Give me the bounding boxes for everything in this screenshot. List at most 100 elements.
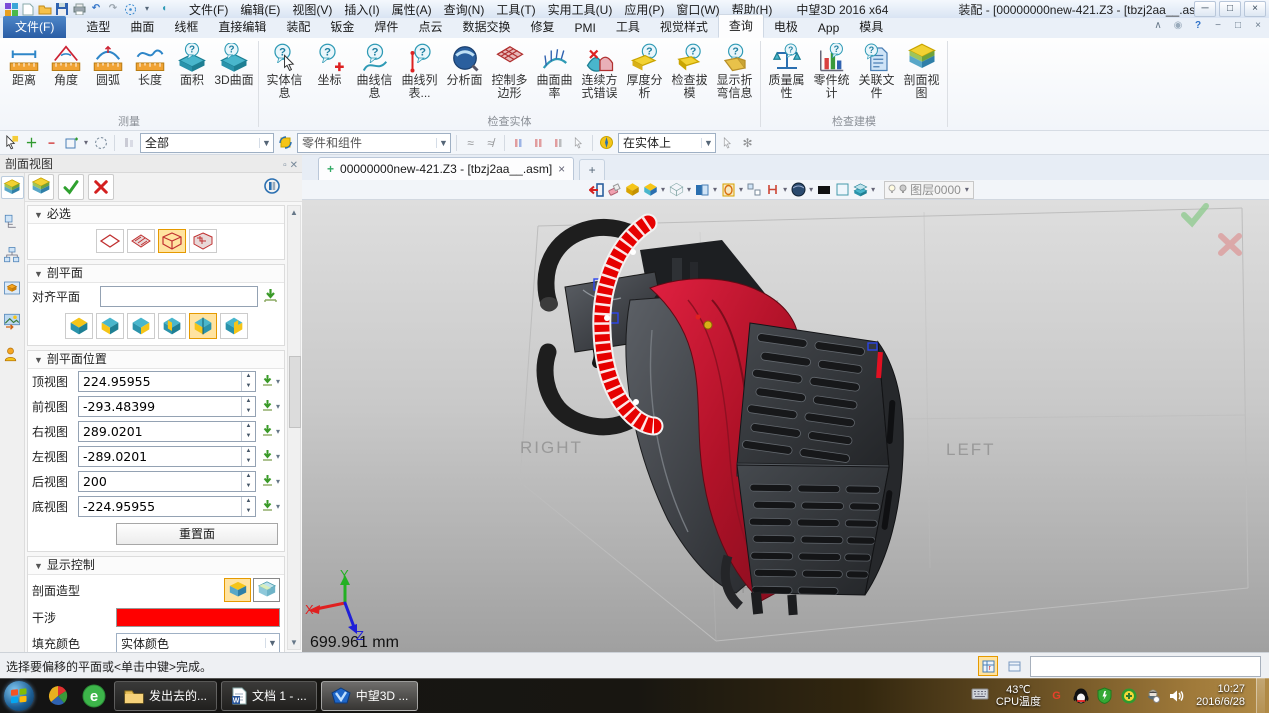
spinner[interactable]: ▲▼ — [241, 497, 255, 516]
pinwheel-app-icon[interactable] — [43, 682, 73, 710]
taskbar-item-zw3d[interactable]: 中望3D ... — [321, 681, 419, 711]
angle-button[interactable]: 角度 — [45, 40, 87, 115]
ok-button[interactable] — [58, 174, 84, 200]
chevron-down-icon[interactable]: ▾ — [276, 477, 280, 486]
ribbon-tab-sheet-metal[interactable]: 钣金 — [320, 16, 364, 38]
apply-arrow-icon[interactable] — [263, 288, 278, 306]
mode-box-icon[interactable] — [158, 229, 186, 253]
taskbar-item-word[interactable]: W 文档 1 - ... — [221, 681, 317, 711]
chevron-down-icon[interactable]: ▾ — [965, 185, 969, 194]
section-view-tab-icon[interactable] — [1, 176, 24, 199]
spinner[interactable]: ▲▼ — [241, 372, 255, 391]
ribbon-tab-pmi[interactable]: PMI — [564, 19, 605, 38]
mass-properties-button[interactable]: 质量属性 — [764, 40, 809, 115]
viewport-3d-canvas[interactable]: BACK RIGHT LEFT BOTTOM FRONT — [302, 200, 1269, 652]
spinner[interactable]: ▲▼ — [241, 397, 255, 416]
start-button[interactable] — [4, 681, 34, 711]
chevron-down-icon[interactable]: ▼ — [265, 638, 279, 648]
chevron-down-icon[interactable]: ▾ — [783, 185, 787, 194]
section-cube-icon[interactable] — [852, 182, 868, 198]
section-h-icon[interactable] — [764, 182, 780, 198]
selection-filter-icon[interactable] — [123, 2, 137, 16]
split-view-icon[interactable] — [746, 182, 762, 198]
qq-tray-icon[interactable] — [1072, 687, 1089, 704]
entity-info-button[interactable]: 实体信息 — [262, 40, 307, 115]
ribbon-tab-data-exchange[interactable]: 数据交换 — [452, 16, 520, 38]
collapse-ribbon-icon[interactable]: ∧ — [1151, 20, 1165, 31]
apply-arrow-icon[interactable] — [261, 499, 274, 515]
chevron-down-icon[interactable]: ▼ — [701, 138, 715, 148]
section-display-header[interactable]: ▼显示控制 — [28, 557, 284, 575]
ribbon-tab-heal[interactable]: 修复 — [520, 16, 564, 38]
assembly-model[interactable] — [540, 223, 903, 615]
cancel-button[interactable] — [88, 174, 114, 200]
entity-filter-icon[interactable] — [277, 134, 294, 151]
undo-icon[interactable]: ↶ — [89, 2, 103, 16]
plane-cube-corner-icon[interactable] — [220, 313, 248, 339]
fill-color-combo[interactable]: 实体颜色▼ — [116, 633, 280, 652]
ribbon-tab-file[interactable]: 文件(F) — [3, 16, 66, 38]
curve-list-button[interactable]: 曲线列表... — [397, 40, 442, 115]
mdi-restore-icon[interactable]: □ — [1231, 20, 1245, 31]
volume-tray-icon[interactable] — [1168, 687, 1185, 704]
top-view-input[interactable] — [79, 372, 241, 391]
new-tab-button[interactable]: + — [579, 159, 605, 180]
shield-tray-icon[interactable] — [1096, 687, 1113, 704]
align-plane-input[interactable] — [100, 286, 258, 307]
chevron-down-icon[interactable]: ▾ — [276, 502, 280, 511]
input-mode-list-icon[interactable] — [1004, 656, 1024, 676]
chevron-down-icon[interactable]: ▾ — [276, 452, 280, 461]
plane-cube-selected-icon[interactable] — [189, 313, 217, 339]
ribbon-tab-inquire[interactable]: 查询 — [718, 14, 764, 38]
restore-button[interactable]: □ — [1219, 1, 1241, 17]
panel-scrollbar[interactable]: ▲ ▼ — [287, 205, 301, 650]
chevron-down-icon[interactable]: ▾ — [276, 402, 280, 411]
highlight-box-icon[interactable] — [720, 182, 736, 198]
open-file-icon[interactable] — [38, 2, 52, 16]
view-manager-icon[interactable] — [2, 310, 23, 331]
ribbon-tab-visualize[interactable]: 视觉样式 — [650, 16, 718, 38]
entity-filter-combo[interactable]: 零件和组件▼ — [297, 133, 451, 153]
render-globe-icon[interactable] — [790, 182, 806, 198]
background-black-icon[interactable] — [816, 182, 832, 198]
filter-column-icon[interactable] — [120, 134, 137, 151]
shape-cap-on-icon[interactable] — [224, 578, 251, 602]
layer-combo[interactable]: 图层0000 ▾ — [884, 181, 974, 199]
apply-arrow-icon[interactable] — [261, 399, 274, 415]
viewport-ok-icon[interactable] — [1184, 206, 1206, 223]
section-view-button[interactable]: 剖面视图 — [899, 40, 944, 115]
spinner[interactable]: ▲▼ — [241, 472, 255, 491]
ribbon-tab-tools[interactable]: 工具 — [606, 16, 650, 38]
section-position-header[interactable]: ▼剖平面位置 — [28, 351, 284, 369]
wireframe-mode-icon[interactable] — [668, 182, 684, 198]
mdi-close-icon[interactable]: × — [1251, 20, 1265, 31]
scroll-up-icon[interactable]: ▲ — [288, 206, 300, 219]
mdi-minimize-icon[interactable]: − — [1211, 20, 1225, 31]
plane-cube-half-icon[interactable] — [158, 313, 186, 339]
info-toggle-icon[interactable] — [264, 178, 280, 197]
left-view-input[interactable] — [79, 447, 241, 466]
background-white-icon[interactable] — [834, 182, 850, 198]
show-desktop-button[interactable] — [1256, 678, 1265, 713]
thickness-analysis-button[interactable]: 厚度分析 — [622, 40, 667, 115]
print-icon[interactable] — [72, 2, 86, 16]
continuity-error-button[interactable]: 连续方式错误 — [577, 40, 622, 115]
save-icon[interactable] — [55, 2, 69, 16]
display-mode-cube-icon[interactable] — [642, 182, 658, 198]
select-box-icon[interactable] — [63, 134, 80, 151]
chevron-down-icon[interactable]: ▾ — [687, 185, 691, 194]
ribbon-tab-surface[interactable]: 曲面 — [120, 16, 164, 38]
remove-selection-icon[interactable]: − — [43, 134, 60, 151]
right-view-input[interactable] — [79, 422, 241, 441]
command-input[interactable] — [1030, 656, 1261, 677]
spinner[interactable]: ▲▼ — [241, 447, 255, 466]
green-plus-tray-icon[interactable] — [1120, 687, 1137, 704]
exit-section-icon[interactable] — [588, 182, 604, 198]
chevron-down-icon[interactable]: ▼ — [436, 138, 450, 148]
ribbon-tab-mold[interactable]: 模具 — [849, 16, 893, 38]
sogou-tray-icon[interactable]: G — [1048, 687, 1065, 704]
snap-mode-icon[interactable] — [598, 134, 615, 151]
plane-cube-right-icon[interactable] — [127, 313, 155, 339]
view-plane-icon[interactable] — [694, 182, 710, 198]
chevron-down-icon[interactable]: ▾ — [809, 185, 813, 194]
